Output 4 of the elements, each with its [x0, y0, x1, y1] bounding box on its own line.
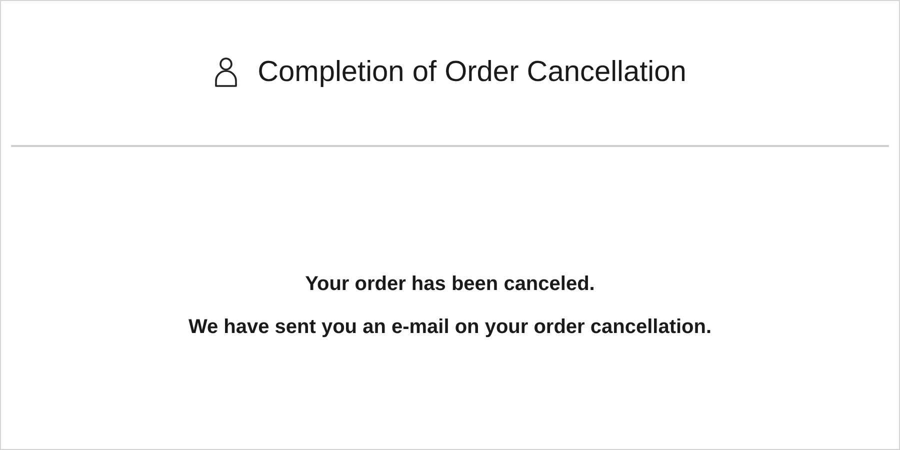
message-text: We have sent you an e-mail on your order cancellation.	[188, 315, 712, 340]
person-icon	[214, 56, 238, 88]
message-text: Your order has been canceled.	[305, 272, 595, 297]
page-title: Completion of Order Cancellation	[258, 56, 686, 88]
